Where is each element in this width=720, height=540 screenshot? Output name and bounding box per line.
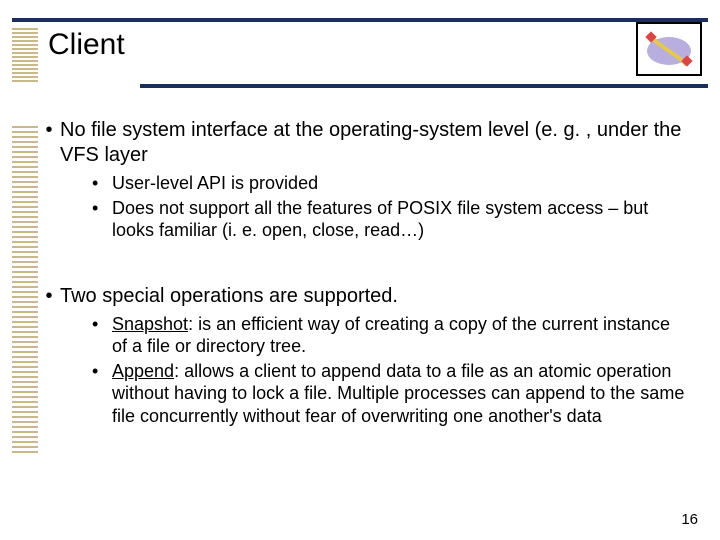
bullet-dot-icon: • bbox=[92, 313, 112, 358]
bullet-text: User-level API is provided bbox=[112, 172, 688, 195]
bullet-text: Two special operations are supported. bbox=[60, 284, 688, 309]
bullet-dot-icon: • bbox=[92, 360, 112, 428]
term-rest: : allows a client to append data to a fi… bbox=[112, 361, 684, 426]
bullet-text: No file system interface at the operatin… bbox=[60, 118, 688, 168]
slide-body: • No file system interface at the operat… bbox=[38, 118, 688, 445]
bullet-text: Snapshot: is an efficient way of creatin… bbox=[112, 313, 688, 358]
bullet-dot-icon: • bbox=[38, 118, 60, 168]
logo-icon bbox=[636, 22, 702, 76]
bullet-level2: • Does not support all the features of P… bbox=[92, 197, 688, 242]
bullet-level2: • Append: allows a client to append data… bbox=[92, 360, 688, 428]
bullet-level1: • No file system interface at the operat… bbox=[38, 118, 688, 168]
bullet-level2: • Snapshot: is an efficient way of creat… bbox=[92, 313, 688, 358]
bullet-dot-icon: • bbox=[92, 197, 112, 242]
term-rest: : is an efficient way of creating a copy… bbox=[112, 314, 670, 357]
bullet-dot-icon: • bbox=[92, 172, 112, 195]
page-number: 16 bbox=[681, 511, 698, 528]
term-snapshot: Snapshot bbox=[112, 314, 188, 334]
term-append: Append bbox=[112, 361, 174, 381]
sub-rule bbox=[140, 84, 708, 88]
decorative-stripe-side bbox=[12, 126, 38, 456]
decorative-stripe-top bbox=[12, 28, 38, 82]
bullet-dot-icon: • bbox=[38, 284, 60, 309]
top-rule bbox=[12, 18, 708, 22]
page-title: Client bbox=[48, 28, 125, 62]
bullet-level2: • User-level API is provided bbox=[92, 172, 688, 195]
bullet-level1: • Two special operations are supported. bbox=[38, 284, 688, 309]
bullet-text: Append: allows a client to append data t… bbox=[112, 360, 688, 428]
bullet-text: Does not support all the features of POS… bbox=[112, 197, 688, 242]
